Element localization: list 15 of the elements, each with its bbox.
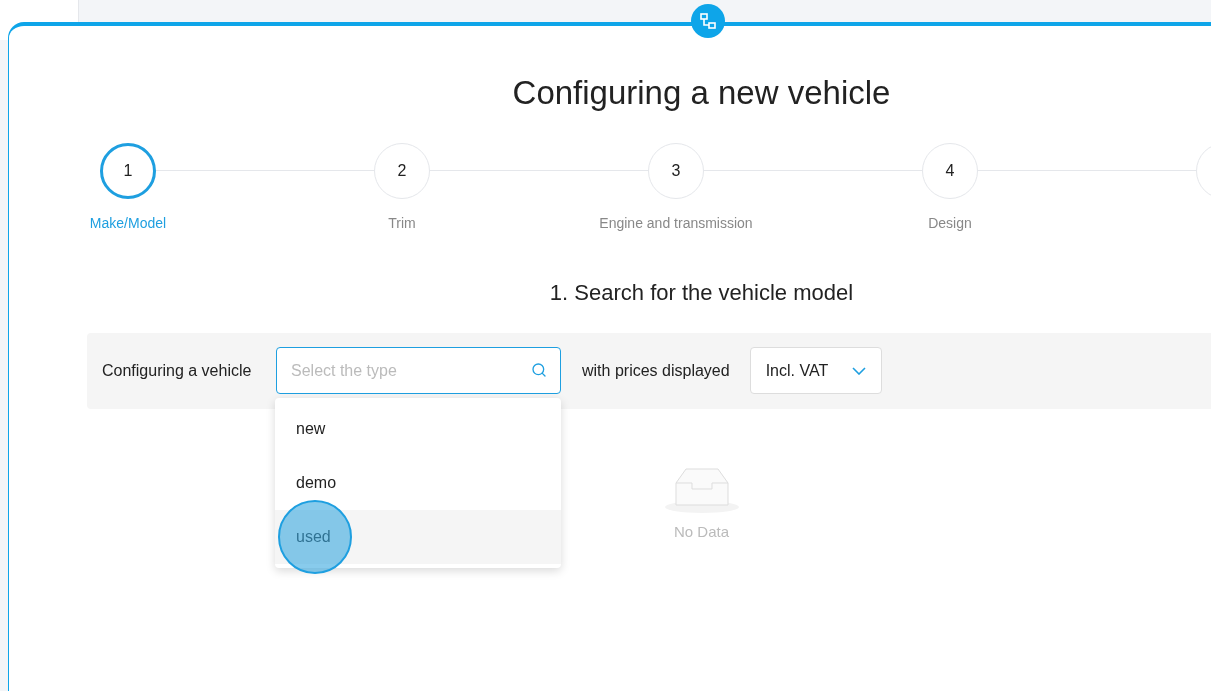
section-title: 1. Search for the vehicle model xyxy=(549,278,854,307)
step-label: Trim xyxy=(388,213,416,233)
chevron-down-icon xyxy=(851,366,866,375)
page-title: Configuring a new vehicle xyxy=(512,73,891,113)
step-label: Make/Model xyxy=(89,213,167,233)
dropdown-option[interactable]: new xyxy=(275,402,561,456)
prices-label: with prices displayed xyxy=(582,360,730,381)
filter-label: Configuring a vehicle xyxy=(102,360,253,381)
dropdown-option[interactable]: demo xyxy=(275,456,561,510)
step-label: Engine and transmission xyxy=(599,213,753,233)
prices-select[interactable]: Incl. VAT xyxy=(749,347,882,394)
type-field[interactable]: Select the type xyxy=(276,347,561,394)
empty-state-text: No Data xyxy=(674,521,729,542)
search-icon xyxy=(531,362,547,378)
step-label: Design xyxy=(928,213,972,233)
